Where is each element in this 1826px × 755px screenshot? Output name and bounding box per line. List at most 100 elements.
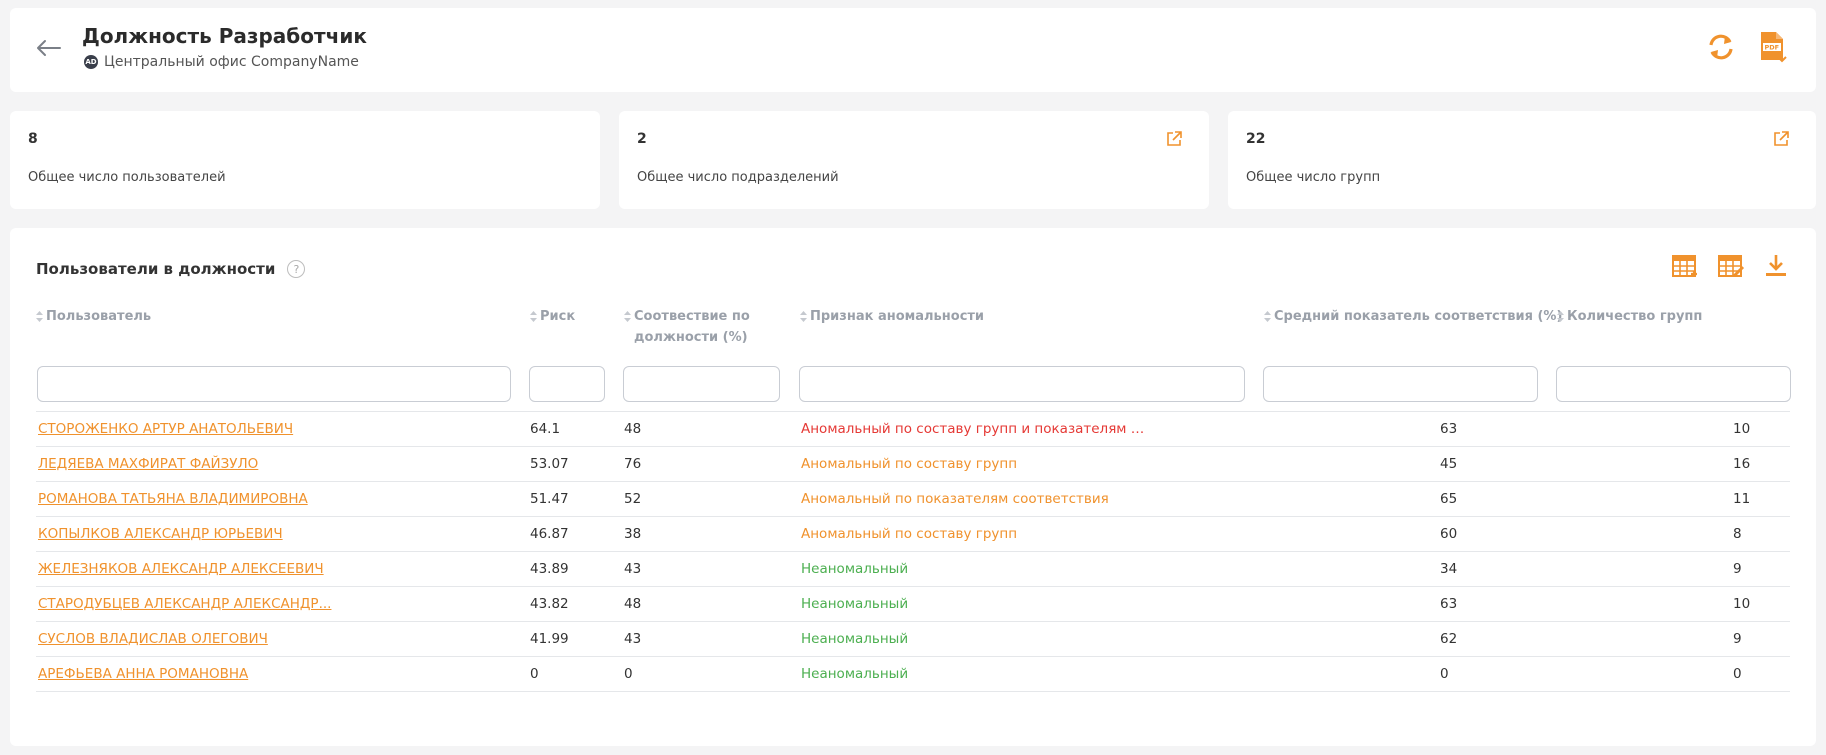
match-cell: 48 [624,596,642,612]
table-body: СТОРОЖЕНКО АРТУР АНАТОЛЬЕВИЧ 64.1 48 Аномал… [36,411,1790,692]
ad-badge-icon: AD [84,55,98,69]
filter-groups-input[interactable] [1556,366,1791,402]
risk-cell: 43.89 [530,561,569,577]
stat-card-users: 8 Общее число пользователей [10,111,600,209]
user-link[interactable]: КОПЫЛКОВ АЛЕКСАНДР ЮРЬЕВИЧ [38,517,348,552]
avg-match-cell: 65 [1440,491,1458,507]
user-link[interactable]: СТАРОДУБЦЕВ АЛЕКСАНДР АЛЕКСАНДР... [38,587,348,622]
user-link[interactable]: СУСЛОВ ВЛАДИСЛАВ ОЛЕГОВИЧ [38,622,348,657]
avg-match-cell: 60 [1440,526,1458,542]
risk-cell: 64.1 [530,421,561,437]
match-cell: 43 [624,561,642,577]
help-icon[interactable]: ? [287,260,306,278]
risk-cell: 0 [530,666,539,682]
user-link[interactable]: ЛЕДЯЕВА МАХФИРАТ ФАЙЗУЛО [38,447,348,482]
risk-cell: 43.82 [530,596,569,612]
column-label: Средний показатель соответствия (%) [1274,309,1563,324]
section-title-text: Пользователи в должности [36,260,276,278]
table-row: СТОРОЖЕНКО АРТУР АНАТОЛЬЕВИЧ 64.1 48 Аномал… [36,412,1790,447]
column-header-match[interactable]: Соотвествие по должности (%) [624,306,774,348]
column-label: Пользователь [46,309,152,324]
page-subtitle: AD Центральный офис CompanyName [84,54,359,70]
risk-cell: 41.99 [530,631,569,647]
user-link[interactable]: СТОРОЖЕНКО АРТУР АНАТОЛЬЕВИЧ [38,412,348,447]
column-label: Риск [540,309,576,324]
column-header-anomaly[interactable]: Признак аномальности [800,306,984,327]
stat-label: Общее число пользователей [28,170,226,185]
risk-cell: 46.87 [530,526,569,542]
anomaly-status: Неаномальный [801,596,909,612]
table-row: СУСЛОВ ВЛАДИСЛАВ ОЛЕГОВИЧ 41.99 43 Неаномал… [36,622,1790,657]
column-header-user[interactable]: Пользователь [36,306,151,327]
groups-count-cell: 8 [1733,526,1742,542]
stat-label: Общее число подразделений [637,170,839,185]
stat-value: 2 [637,131,647,147]
svg-text:PDF: PDF [1765,44,1780,52]
user-link[interactable]: ЖЕЛЕЗНЯКОВ АЛЕКСАНДР АЛЕКСЕЕВИЧ [38,552,348,587]
column-label: Признак аномальности [810,309,985,324]
anomaly-status: Аномальный по составу групп [801,526,1018,542]
table-row: ЛЕДЯЕВА МАХФИРАТ ФАЙЗУЛО 53.07 76 Аномальны… [36,447,1790,482]
user-link[interactable]: РОМАНОВА ТАТЬЯНА ВЛАДИМИРОВНА [38,482,348,517]
anomaly-status: Аномальный по показателям соответствия [801,491,1109,507]
filter-user-input[interactable] [37,366,511,402]
sort-icon [530,311,537,322]
filter-match-input[interactable] [623,366,780,402]
external-link-icon[interactable] [1165,130,1183,148]
page-title: Должность Разработчик [82,24,367,48]
column-label: Соотвествие по должности (%) [634,309,750,345]
column-header-risk[interactable]: Риск [530,306,575,327]
groups-count-cell: 10 [1733,596,1751,612]
anomaly-status: Аномальный по составу групп [801,456,1018,472]
refresh-icon[interactable] [1706,32,1736,62]
column-header-groups[interactable]: Количество групп [1557,306,1702,327]
filter-risk-input[interactable] [529,366,605,402]
filter-anomaly-input[interactable] [799,366,1245,402]
table-edit-icon[interactable] [1717,252,1745,280]
avg-match-cell: 63 [1440,421,1458,437]
external-link-icon[interactable] [1772,130,1790,148]
arrow-left-icon[interactable] [34,36,64,60]
sort-icon [1264,311,1271,322]
avg-match-cell: 34 [1440,561,1458,577]
avg-match-cell: 63 [1440,596,1458,612]
stat-card-departments: 2 Общее число подразделений [619,111,1209,209]
match-cell: 38 [624,526,642,542]
stat-value: 8 [28,131,38,147]
avg-match-cell: 45 [1440,456,1458,472]
download-icon[interactable] [1762,252,1790,280]
groups-count-cell: 16 [1733,456,1751,472]
user-link[interactable]: АРЕФЬЕВА АННА РОМАНОВНА [38,657,348,692]
groups-count-cell: 11 [1733,491,1751,507]
section-title: Пользователи в должности ? [36,260,306,278]
table-row: СТАРОДУБЦЕВ АЛЕКСАНДР АЛЕКСАНДР... 43.82 4… [36,587,1790,622]
table-row: РОМАНОВА ТАТЬЯНА ВЛАДИМИРОВНА 51.47 52 Аном… [36,482,1790,517]
groups-count-cell: 0 [1733,666,1742,682]
table-row: ЖЕЛЕЗНЯКОВ АЛЕКСАНДР АЛЕКСЕЕВИЧ 43.89 43 Не… [36,552,1790,587]
table-row: КОПЫЛКОВ АЛЕКСАНДР ЮРЬЕВИЧ 46.87 38 Аномаль… [36,517,1790,552]
sort-icon [36,311,43,322]
risk-cell: 53.07 [530,456,569,472]
stat-label: Общее число групп [1246,170,1381,185]
match-cell: 52 [624,491,642,507]
sort-icon [1557,311,1564,322]
stat-card-groups: 22 Общее число групп [1228,111,1816,209]
subtitle-text: Центральный офис CompanyName [104,54,359,70]
anomaly-status: Неаномальный [801,561,909,577]
stat-value: 22 [1246,131,1266,147]
anomaly-status: Аномальный по составу групп и показателя… [801,421,1151,437]
risk-cell: 51.47 [530,491,569,507]
users-table-card: Пользователи в должности ? Пользователь … [10,228,1816,746]
pdf-export-icon[interactable]: PDF [1758,30,1788,64]
column-label: Количество групп [1567,309,1703,324]
avg-match-cell: 62 [1440,631,1458,647]
filter-avg-match-input[interactable] [1263,366,1538,402]
groups-count-cell: 9 [1733,631,1742,647]
match-cell: 0 [624,666,633,682]
table-columns-icon[interactable] [1671,252,1699,280]
table-row: АРЕФЬЕВА АННА РОМАНОВНА 0 0 Неаномальный 0 0 [36,657,1790,692]
groups-count-cell: 9 [1733,561,1742,577]
groups-count-cell: 10 [1733,421,1751,437]
match-cell: 76 [624,456,642,472]
column-header-avg-match[interactable]: Средний показатель соответствия (%) [1264,306,1562,327]
